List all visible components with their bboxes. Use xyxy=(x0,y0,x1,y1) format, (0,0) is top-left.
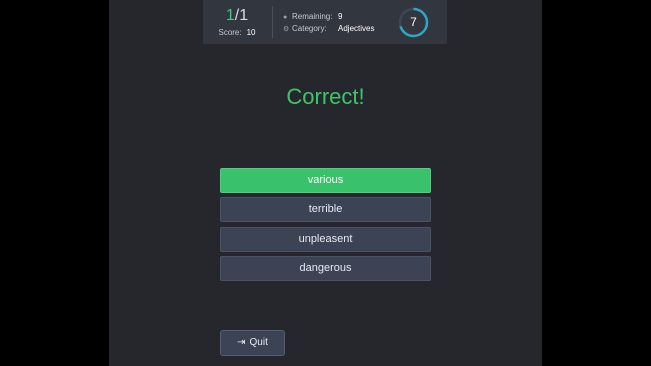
answer-option-4[interactable]: dangerous xyxy=(220,256,431,281)
remaining-label: Remaining: xyxy=(292,12,333,21)
answer-option-1[interactable]: various xyxy=(220,168,431,193)
answer-option-3[interactable]: unpleasent xyxy=(220,227,431,252)
hud-panel: 1/1 Score: 10 ● Remaining: 9 ⚙ Category: Adje… xyxy=(203,0,447,44)
score-value: 10 xyxy=(246,28,256,37)
quit-label: Quit xyxy=(249,337,268,348)
progress-total: 1 xyxy=(239,7,249,24)
exit-icon: ⇥ xyxy=(237,337,246,348)
feedback-message: Correct! xyxy=(286,84,365,109)
remaining-value: 9 xyxy=(338,12,343,21)
quit-button[interactable]: ⇥ Quit xyxy=(220,330,285,356)
question-progress: 1/1 xyxy=(203,6,271,26)
chat-bubble-icon: ● xyxy=(283,14,288,21)
remaining-row: ● Remaining: 9 xyxy=(283,12,342,23)
gear-icon: ⚙ xyxy=(283,26,290,33)
timer: 7 xyxy=(398,7,429,38)
category-value: Adjectives xyxy=(338,24,375,33)
score-line: Score: 10 xyxy=(203,28,271,38)
category-label: Category: xyxy=(292,24,327,33)
hud-divider xyxy=(272,6,273,38)
answer-option-2[interactable]: terrible xyxy=(220,197,431,222)
score-box: 1/1 Score: 10 xyxy=(203,0,271,44)
category-row: ⚙ Category: Adjectives xyxy=(283,24,374,35)
progress-current: 1 xyxy=(225,7,235,24)
score-label: Score: xyxy=(218,28,242,37)
timer-value: 7 xyxy=(410,15,417,29)
